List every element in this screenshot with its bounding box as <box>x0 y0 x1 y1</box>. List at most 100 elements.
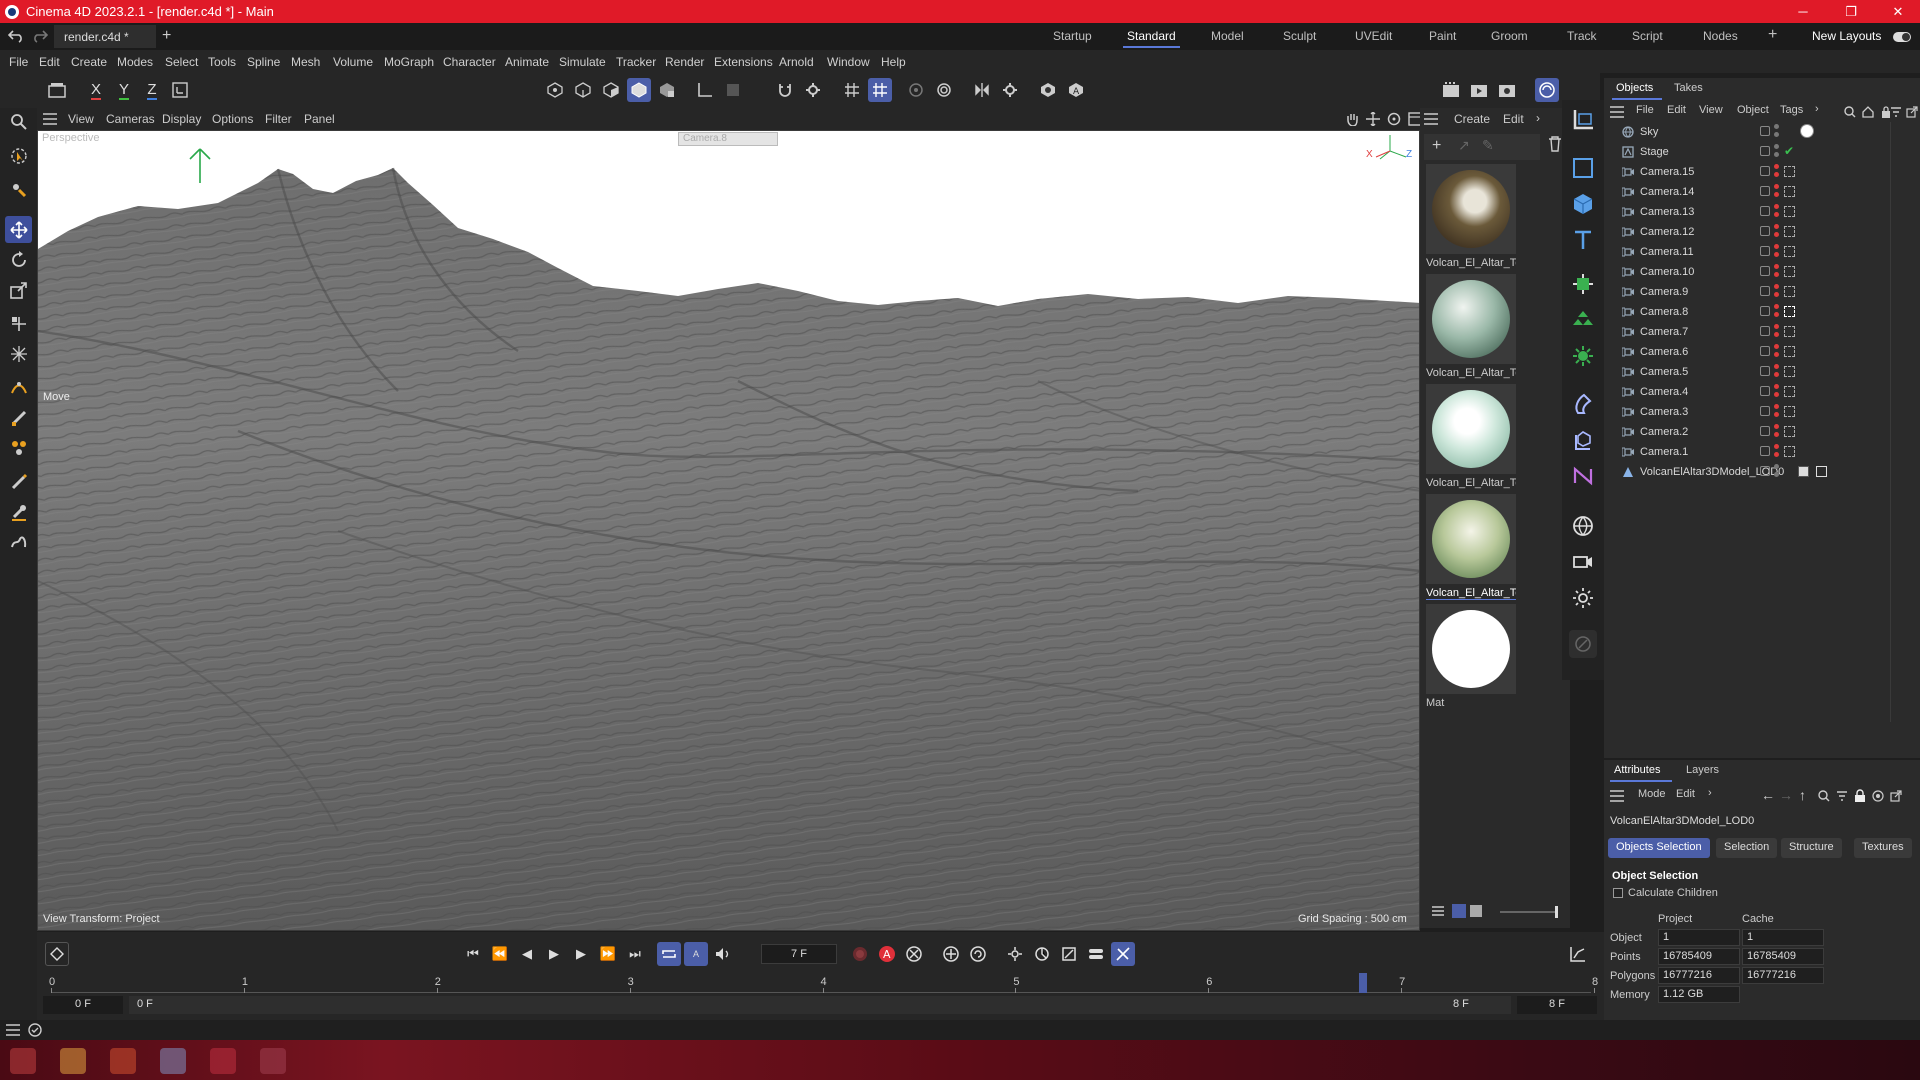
camera-dropdown[interactable]: Camera.8 <box>678 132 778 146</box>
visibility-dots[interactable] <box>1774 204 1779 220</box>
camera-rig-icon[interactable] <box>1569 548 1597 576</box>
edit-toggle-icon[interactable] <box>1760 326 1770 336</box>
edit-render-settings-icon[interactable] <box>1495 78 1519 102</box>
preview-size-slider[interactable] <box>1500 906 1558 918</box>
scale-tool-icon[interactable] <box>5 276 32 303</box>
menu-animate[interactable]: Animate <box>505 55 549 69</box>
uvw-tag-icon[interactable] <box>1816 466 1827 477</box>
tab-attributes[interactable]: Attributes <box>1614 764 1660 776</box>
menu-character[interactable]: Character <box>443 55 496 69</box>
add-material-icon[interactable]: + <box>1432 137 1441 155</box>
previous-frame-icon[interactable]: ◀ <box>515 942 539 966</box>
pla-key-icon[interactable] <box>1057 942 1081 966</box>
tab-takes[interactable]: Takes <box>1674 82 1703 94</box>
attributes-new-window-icon[interactable] <box>1890 790 1902 802</box>
maximize-button[interactable]: ❐ <box>1831 0 1871 23</box>
layout-paint[interactable]: Paint <box>1429 29 1456 43</box>
y-axis-lock-button[interactable]: Y <box>112 78 136 102</box>
edit-toggle-icon[interactable] <box>1760 266 1770 276</box>
attributes-search-icon[interactable] <box>1818 790 1830 802</box>
solo-icon[interactable] <box>721 78 745 102</box>
object-row[interactable]: Camera.6 <box>1604 342 1920 362</box>
texture-tag-icon[interactable] <box>1798 466 1809 477</box>
camera-target-tag-icon[interactable] <box>1784 366 1795 377</box>
object-row[interactable]: Camera.2 <box>1604 422 1920 442</box>
objects-search-icon[interactable] <box>1844 106 1856 118</box>
layout-nodes[interactable]: Nodes <box>1703 29 1738 43</box>
objects-filter-icon-2[interactable] <box>1890 106 1902 118</box>
objects-hamburger-icon[interactable] <box>1610 106 1624 118</box>
visibility-dots[interactable] <box>1774 224 1779 240</box>
layout-standard[interactable]: Standard <box>1123 29 1180 48</box>
edit-toggle-icon[interactable] <box>1760 446 1770 456</box>
menu-mograph[interactable]: MoGraph <box>384 55 434 69</box>
sculpt-tool-icon[interactable] <box>5 528 32 555</box>
grid-snap-icon[interactable] <box>868 78 892 102</box>
transfer-tool-icon[interactable] <box>5 310 32 337</box>
delete-material-icon[interactable] <box>1548 136 1562 152</box>
edges-mode-icon[interactable] <box>571 78 595 102</box>
menu-modes[interactable]: Modes <box>117 55 153 69</box>
new-layouts-label[interactable]: New Layouts <box>1812 29 1881 43</box>
visibility-dots[interactable] <box>1774 444 1779 460</box>
edit-toggle-icon[interactable] <box>1760 166 1770 176</box>
object-row[interactable]: Camera.4 <box>1604 382 1920 402</box>
attributes-filter-icon[interactable] <box>1836 790 1848 802</box>
visibility-dots[interactable] <box>1774 264 1779 280</box>
material-menu-edit[interactable]: Edit <box>1503 112 1524 126</box>
edit-toggle-icon[interactable] <box>1760 386 1770 396</box>
interpolation-icon[interactable] <box>1111 942 1135 966</box>
uv-mode-icon[interactable] <box>655 78 679 102</box>
pan-hand-icon[interactable] <box>1345 112 1359 126</box>
arnold-icon[interactable]: A <box>1064 78 1088 102</box>
axis-mode-icon[interactable] <box>693 78 717 102</box>
menu-simulate[interactable]: Simulate <box>559 55 606 69</box>
layout-track[interactable]: Track <box>1567 29 1597 43</box>
material-item[interactable]: Volcan_El_Altar_Te <box>1426 274 1516 379</box>
material-menu-more-icon[interactable]: › <box>1536 111 1540 125</box>
viewport-menu-cameras[interactable]: Cameras <box>106 112 155 126</box>
brush-tool-icon[interactable] <box>5 468 32 495</box>
camera-target-tag-icon[interactable] <box>1784 166 1795 177</box>
object-row[interactable]: Camera.15 <box>1604 162 1920 182</box>
edit-toggle-icon[interactable] <box>1760 426 1770 436</box>
hamburger-menu-icon[interactable] <box>43 113 57 125</box>
edit-toggle-icon[interactable] <box>1760 466 1770 476</box>
object-row[interactable]: Sky <box>1604 122 1920 142</box>
end-frame-field[interactable]: 8 F <box>1517 996 1597 1014</box>
visibility-dots[interactable] <box>1774 164 1779 180</box>
render-region-icon[interactable] <box>904 78 928 102</box>
viewport-menu-panel[interactable]: Panel <box>304 112 335 126</box>
layout-startup[interactable]: Startup <box>1053 29 1092 43</box>
menu-select[interactable]: Select <box>165 55 198 69</box>
spline-sketch-icon[interactable] <box>5 404 32 431</box>
object-row[interactable]: Camera.1 <box>1604 442 1920 462</box>
object-row[interactable]: Camera.10 <box>1604 262 1920 282</box>
viewport-solo-icon[interactable] <box>1036 78 1060 102</box>
move-tool-icon[interactable] <box>5 216 32 243</box>
object-row[interactable]: Stage ✔ <box>1604 142 1920 162</box>
visibility-dots[interactable] <box>1774 244 1779 260</box>
text-object-icon[interactable] <box>1569 226 1597 254</box>
menu-arnold[interactable]: Arnold <box>779 55 814 69</box>
visibility-dots[interactable] <box>1774 384 1779 400</box>
material-item[interactable]: Mat <box>1426 604 1516 709</box>
viewport-menu-filter[interactable]: Filter <box>265 112 292 126</box>
visibility-dots[interactable] <box>1774 304 1779 320</box>
taskbar-app-icon[interactable] <box>160 1048 186 1074</box>
menu-mesh[interactable]: Mesh <box>291 55 320 69</box>
cube-object-icon[interactable] <box>1569 190 1597 218</box>
play-icon[interactable]: ▶ <box>542 942 566 966</box>
camera-target-tag-icon[interactable] <box>1784 426 1795 437</box>
render-view-icon[interactable] <box>1439 78 1463 102</box>
edit-toggle-icon[interactable] <box>1760 186 1770 196</box>
objects-menu-object[interactable]: Object <box>1737 104 1769 116</box>
menu-file[interactable]: File <box>9 55 28 69</box>
render-to-picture-viewer-icon[interactable] <box>1467 78 1491 102</box>
redshift-render-icon[interactable] <box>1535 78 1559 102</box>
edit-toggle-icon[interactable] <box>1760 346 1770 356</box>
objects-menu-more-icon[interactable]: › <box>1815 103 1819 115</box>
viewport-perspective-label[interactable]: Perspective <box>42 132 99 144</box>
spline-pen-icon[interactable] <box>5 374 32 401</box>
structure-button[interactable]: Structure <box>1781 838 1842 858</box>
